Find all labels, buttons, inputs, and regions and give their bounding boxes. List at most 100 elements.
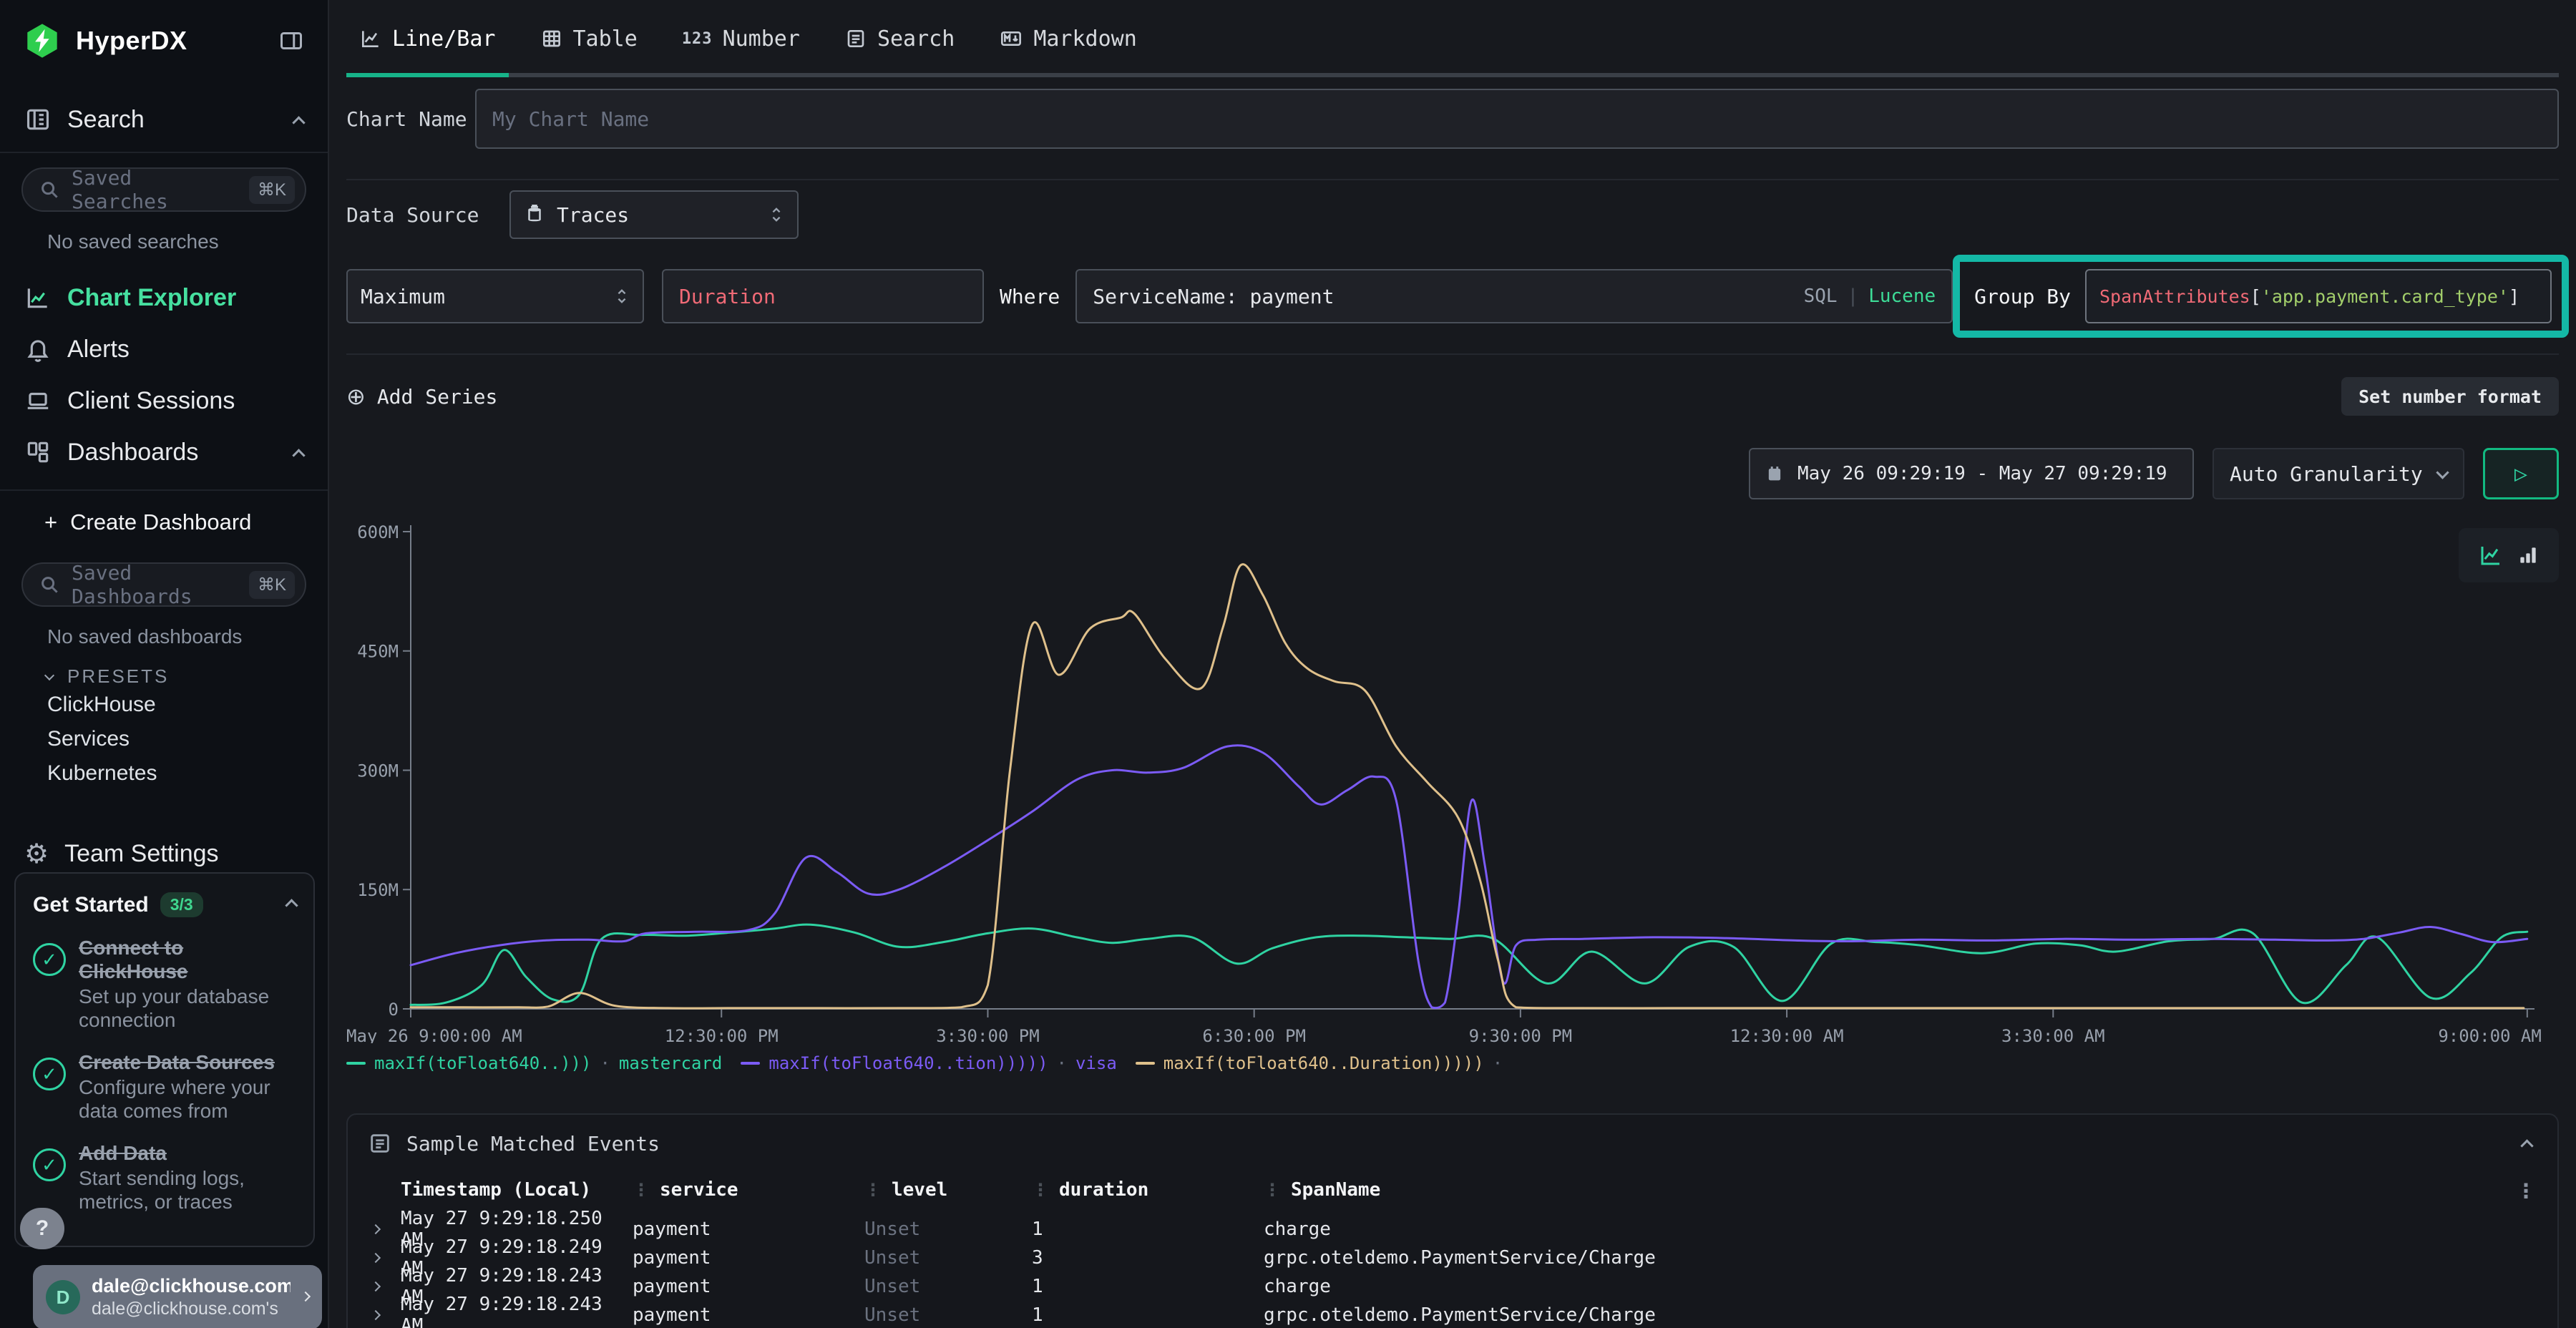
sidebar-collapse-button[interactable] — [276, 28, 306, 54]
chevron-up-icon[interactable] — [287, 897, 296, 914]
sidebar-item-team-settings[interactable]: ⚙ Team Settings — [0, 831, 328, 877]
hyperdx-logo-icon — [23, 21, 62, 60]
column-drag-handle-icon[interactable]: ⋮ — [1264, 1180, 1281, 1200]
preset-clickhouse[interactable]: ClickHouse — [47, 688, 328, 722]
column-drag-handle-icon[interactable]: ⋮ — [633, 1180, 650, 1200]
expand-row-chevron-icon[interactable] — [368, 1312, 401, 1319]
table-row[interactable]: May 27 9:29:18.250 AMpaymentUnset1charge — [368, 1208, 2537, 1236]
list-icon — [368, 1131, 392, 1156]
bell-icon — [24, 336, 52, 363]
expand-row-chevron-icon[interactable] — [368, 1254, 401, 1261]
chart-svg[interactable]: 600M450M300M150M0May 26 9:00:00 AM12:30:… — [329, 499, 2576, 1043]
granularity-select[interactable]: Auto Granularity — [2212, 448, 2464, 499]
chevron-down-icon — [2436, 466, 2449, 479]
user-team: dale@clickhouse.com's — [92, 1299, 291, 1319]
legend-dash-icon — [741, 1062, 760, 1065]
expand-row-chevron-icon[interactable] — [368, 1226, 401, 1233]
line-chart-icon — [359, 27, 382, 50]
sidebar-item-chart-explorer[interactable]: Chart Explorer — [0, 272, 328, 323]
date-range-input[interactable]: May 26 09:29:19 - May 27 09:29:19 — [1749, 448, 2194, 499]
sidebar-item-label: Dashboards — [67, 439, 198, 467]
data-source-select[interactable]: Traces — [509, 190, 799, 239]
run-query-button[interactable]: ▷ — [2483, 448, 2559, 499]
search-icon — [39, 179, 60, 200]
get-started-item[interactable]: ✓ Create Data Sources Configure where yo… — [33, 1050, 296, 1123]
table-row[interactable]: May 27 9:29:18.249 AMpaymentUnset3grpc.o… — [368, 1236, 2537, 1265]
column-header-timestamp[interactable]: Timestamp (Local) — [401, 1179, 633, 1201]
chevron-up-icon[interactable] — [294, 106, 303, 134]
tab-number[interactable]: 123 Number — [669, 0, 813, 77]
sidebar-nav: Chart Explorer Alerts Client Sessions Da… — [0, 272, 328, 478]
legend-item[interactable]: maxIf(toFloat640..Duration)))))· — [1136, 1053, 1503, 1073]
tab-label: Search — [877, 26, 955, 52]
brand: HyperDX — [0, 0, 328, 72]
search-icon — [39, 574, 60, 595]
cell-service: payment — [633, 1276, 864, 1297]
group-by-highlight-annotation: Group By SpanAttributes['app.payment.car… — [1953, 255, 2569, 338]
cell-duration: 1 — [1032, 1219, 1264, 1240]
tab-line-bar[interactable]: Line/Bar — [346, 0, 509, 77]
column-drag-handle-icon[interactable]: ⋮ — [864, 1180, 882, 1200]
column-header-duration[interactable]: ⋮duration — [1032, 1179, 1264, 1201]
tab-markdown[interactable]: Markdown — [986, 0, 1150, 77]
get-started-item-title: Add Data — [79, 1141, 296, 1165]
get-started-item[interactable]: ✓ Add Data Start sending logs, metrics, … — [33, 1141, 296, 1214]
create-dashboard-button[interactable]: + Create Dashboard — [0, 497, 328, 548]
sidebar-item-client-sessions[interactable]: Client Sessions — [0, 375, 328, 426]
where-input[interactable]: ServiceName: payment SQL | Lucene — [1075, 269, 1953, 323]
sidebar-item-dashboards[interactable]: Dashboards — [0, 426, 328, 478]
chart-name-input[interactable] — [475, 89, 2559, 149]
bar-chart-toggle-icon[interactable] — [2517, 544, 2540, 567]
legend-item[interactable]: maxIf(toFloat640..tion)))))·visa — [741, 1053, 1116, 1073]
play-icon: ▷ — [2514, 462, 2527, 487]
table-row[interactable]: May 27 9:29:18.243 AMpaymentUnset1grpc.o… — [368, 1294, 2537, 1322]
column-header-level[interactable]: ⋮level — [864, 1179, 1032, 1201]
tab-table[interactable]: Table — [527, 0, 650, 77]
chevron-down-icon — [44, 670, 54, 680]
saved-dashboards-input[interactable]: Saved Dashboards ⌘K — [21, 562, 306, 607]
lucene-toggle[interactable]: Lucene — [1868, 285, 1936, 307]
add-series-button[interactable]: ⊕ Add Series — [346, 383, 497, 410]
granularity-value: Auto Granularity — [2230, 462, 2423, 486]
column-header-service[interactable]: ⋮service — [633, 1179, 864, 1201]
user-menu[interactable]: D dale@clickhouse.com dale@clickhouse.co… — [33, 1265, 322, 1328]
query-language-toggle[interactable]: SQL | Lucene — [1804, 285, 1936, 307]
sidebar: HyperDX Search Saved Searches ⌘K No save… — [0, 0, 329, 1328]
expand-row-chevron-icon[interactable] — [368, 1283, 401, 1290]
line-chart-toggle-icon[interactable] — [2478, 542, 2504, 568]
get-started-item-title: Create Data Sources — [79, 1050, 296, 1074]
saved-searches-input[interactable]: Saved Searches ⌘K — [21, 167, 306, 212]
collapse-panel-button[interactable] — [2522, 1132, 2537, 1156]
series-line-2 — [411, 746, 2527, 1008]
y-axis-label: 450M — [357, 642, 399, 662]
sql-toggle[interactable]: SQL — [1804, 285, 1838, 307]
presets-toggle[interactable]: PRESETS — [46, 665, 328, 688]
no-saved-dashboards-text: No saved dashboards — [47, 625, 328, 648]
set-number-format-button[interactable]: Set number format — [2341, 377, 2559, 416]
table-row[interactable]: May 27 9:29:18.243 AMpaymentUnset1charge — [368, 1265, 2537, 1294]
help-button[interactable]: ? — [20, 1208, 64, 1249]
check-circle-icon: ✓ — [33, 1058, 66, 1090]
get-started-item-desc: Configure where your data comes from — [79, 1075, 296, 1123]
legend-item[interactable]: maxIf(toFloat640..)))·mastercard — [346, 1053, 722, 1073]
field-input[interactable]: Duration — [662, 269, 984, 323]
cell-spanname: grpc.oteldemo.PaymentService/Charge — [1264, 1304, 2537, 1326]
chevrons-up-down-icon — [769, 205, 784, 225]
chart-line-icon — [24, 284, 52, 311]
sidebar-item-alerts[interactable]: Alerts — [0, 323, 328, 375]
sample-events-title: Sample Matched Events — [406, 1132, 660, 1156]
table-menu-icon[interactable]: ⋮ — [2516, 1179, 2536, 1203]
preset-kubernetes[interactable]: Kubernetes — [47, 756, 328, 791]
cell-service: payment — [633, 1219, 864, 1240]
legend-dash-icon — [1136, 1062, 1155, 1065]
chart-display-toggle — [2459, 528, 2559, 582]
column-header-spanname[interactable]: ⋮SpanName — [1264, 1179, 2537, 1201]
column-drag-handle-icon[interactable]: ⋮ — [1032, 1180, 1049, 1200]
sidebar-section-search[interactable]: Search — [0, 99, 328, 140]
aggregation-select[interactable]: Maximum — [346, 269, 644, 323]
chevron-up-icon[interactable] — [294, 439, 303, 467]
get-started-item[interactable]: ✓ Connect to ClickHouse Set up your data… — [33, 936, 296, 1032]
preset-services[interactable]: Services — [47, 722, 328, 756]
tab-search[interactable]: Search — [831, 0, 967, 77]
group-by-input[interactable]: SpanAttributes['app.payment.card_type'] — [2085, 269, 2552, 323]
